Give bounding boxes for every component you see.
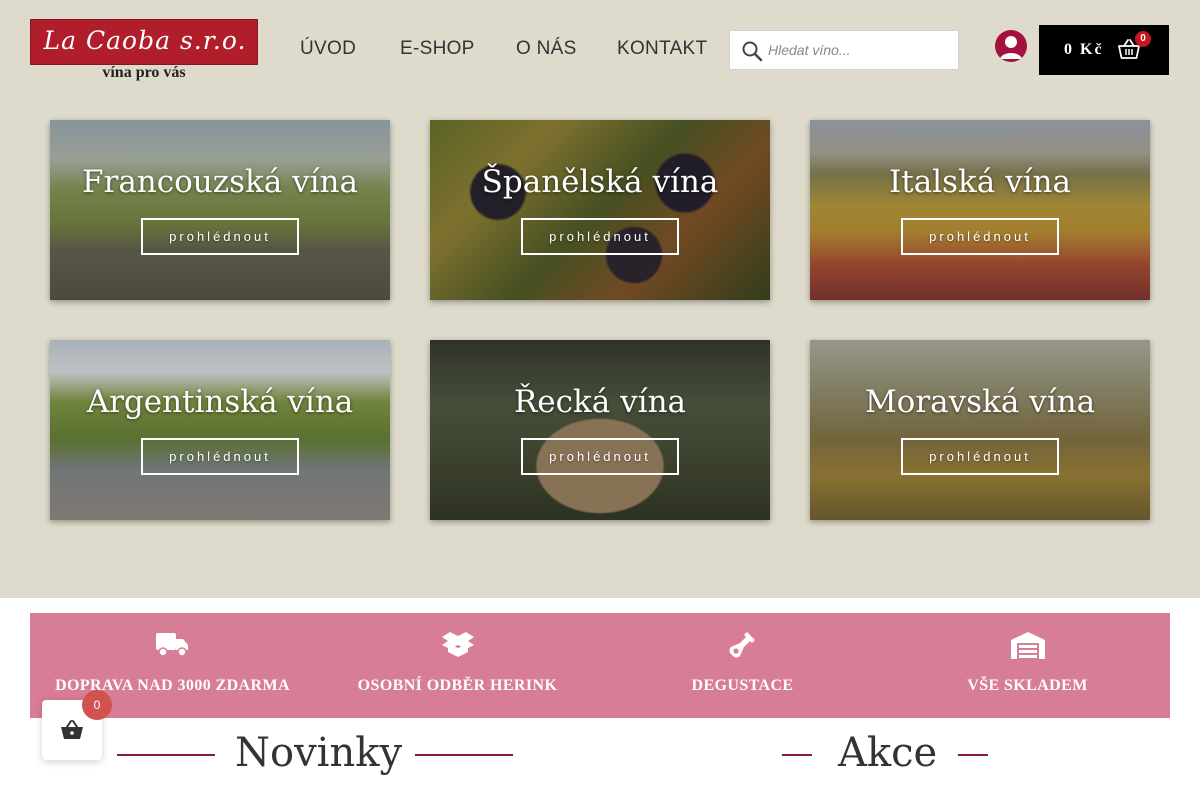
section-divider: [958, 754, 988, 756]
cart-amount: 0 Kč: [1064, 41, 1104, 58]
feature-in-stock: VŠE SKLADEM: [885, 613, 1170, 718]
tile-overlay: [810, 340, 1150, 520]
tile-spanelska[interactable]: Španělská vína prohlédnout: [430, 120, 770, 300]
feature-tasting: DEGUSTACE: [600, 613, 885, 718]
nav-kontakt[interactable]: KONTAKT: [617, 38, 707, 60]
search-box: [729, 30, 959, 70]
logo-text: La Caoba s.r.o.: [43, 26, 247, 55]
tile-title: Španělská vína: [481, 164, 719, 200]
search-icon[interactable]: [741, 40, 763, 62]
warehouse-icon: [1011, 632, 1045, 659]
section-divider: [782, 754, 812, 756]
tile-title: Italská vína: [888, 164, 1071, 200]
features-band: DOPRAVA NAD 3000 ZDARMA OSOBNÍ ODBĚR HER…: [30, 613, 1170, 718]
feature-label: DOPRAVA NAD 3000 ZDARMA: [55, 677, 290, 694]
nav-uvod[interactable]: ÚVOD: [300, 38, 356, 60]
tile-title: Argentinská vína: [86, 384, 354, 420]
feature-label: VŠE SKLADEM: [967, 677, 1088, 694]
tile-title: Francouzská vína: [81, 164, 358, 200]
cart-count-badge: 0: [1135, 31, 1151, 47]
section-divider: [415, 754, 513, 756]
tile-button[interactable]: prohlédnout: [521, 438, 679, 475]
feature-label: OSOBNÍ ODBĚR HERINK: [357, 677, 558, 694]
tile-francouzska[interactable]: Francouzská vína prohlédnout: [50, 120, 390, 300]
feature-pickup: OSOBNÍ ODBĚR HERINK: [315, 613, 600, 718]
truck-icon: [156, 633, 188, 657]
tile-title: Moravská vína: [864, 384, 1096, 420]
logo[interactable]: La Caoba s.r.o.: [30, 19, 258, 65]
tile-overlay: [430, 340, 770, 520]
tagline: vína pro vás: [102, 64, 186, 81]
tile-argentinska[interactable]: Argentinská vína prohlédnout: [50, 340, 390, 520]
basket-icon: [61, 720, 83, 739]
tile-button[interactable]: prohlédnout: [141, 438, 299, 475]
section-title-akce: Akce: [838, 730, 938, 776]
floating-basket-count: 0: [82, 690, 112, 720]
tile-overlay: [430, 120, 770, 300]
nav-o-nas[interactable]: O NÁS: [516, 38, 577, 60]
tile-overlay: [50, 340, 390, 520]
nav-eshop[interactable]: E-SHOP: [400, 38, 475, 60]
wine-bottle-icon: [729, 632, 755, 658]
tile-title: Řecká vína: [513, 384, 687, 420]
user-account-icon[interactable]: [995, 30, 1027, 62]
tile-moravska[interactable]: Moravská vína prohlédnout: [810, 340, 1150, 520]
tile-italska[interactable]: Italská vína prohlédnout: [810, 120, 1150, 300]
search-input[interactable]: [768, 37, 952, 63]
tile-button[interactable]: prohlédnout: [901, 218, 1059, 255]
section-title-novinky: Novinky: [235, 730, 403, 776]
tile-recka[interactable]: Řecká vína prohlédnout: [430, 340, 770, 520]
tile-overlay: [50, 120, 390, 300]
tile-button[interactable]: prohlédnout: [901, 438, 1059, 475]
feature-label: DEGUSTACE: [691, 677, 794, 694]
section-divider: [117, 754, 215, 756]
box-icon: [442, 632, 474, 657]
cart-button[interactable]: 0 Kč 0: [1039, 25, 1169, 75]
tile-button[interactable]: prohlédnout: [141, 218, 299, 255]
tile-overlay: [810, 120, 1150, 300]
tile-button[interactable]: prohlédnout: [521, 218, 679, 255]
